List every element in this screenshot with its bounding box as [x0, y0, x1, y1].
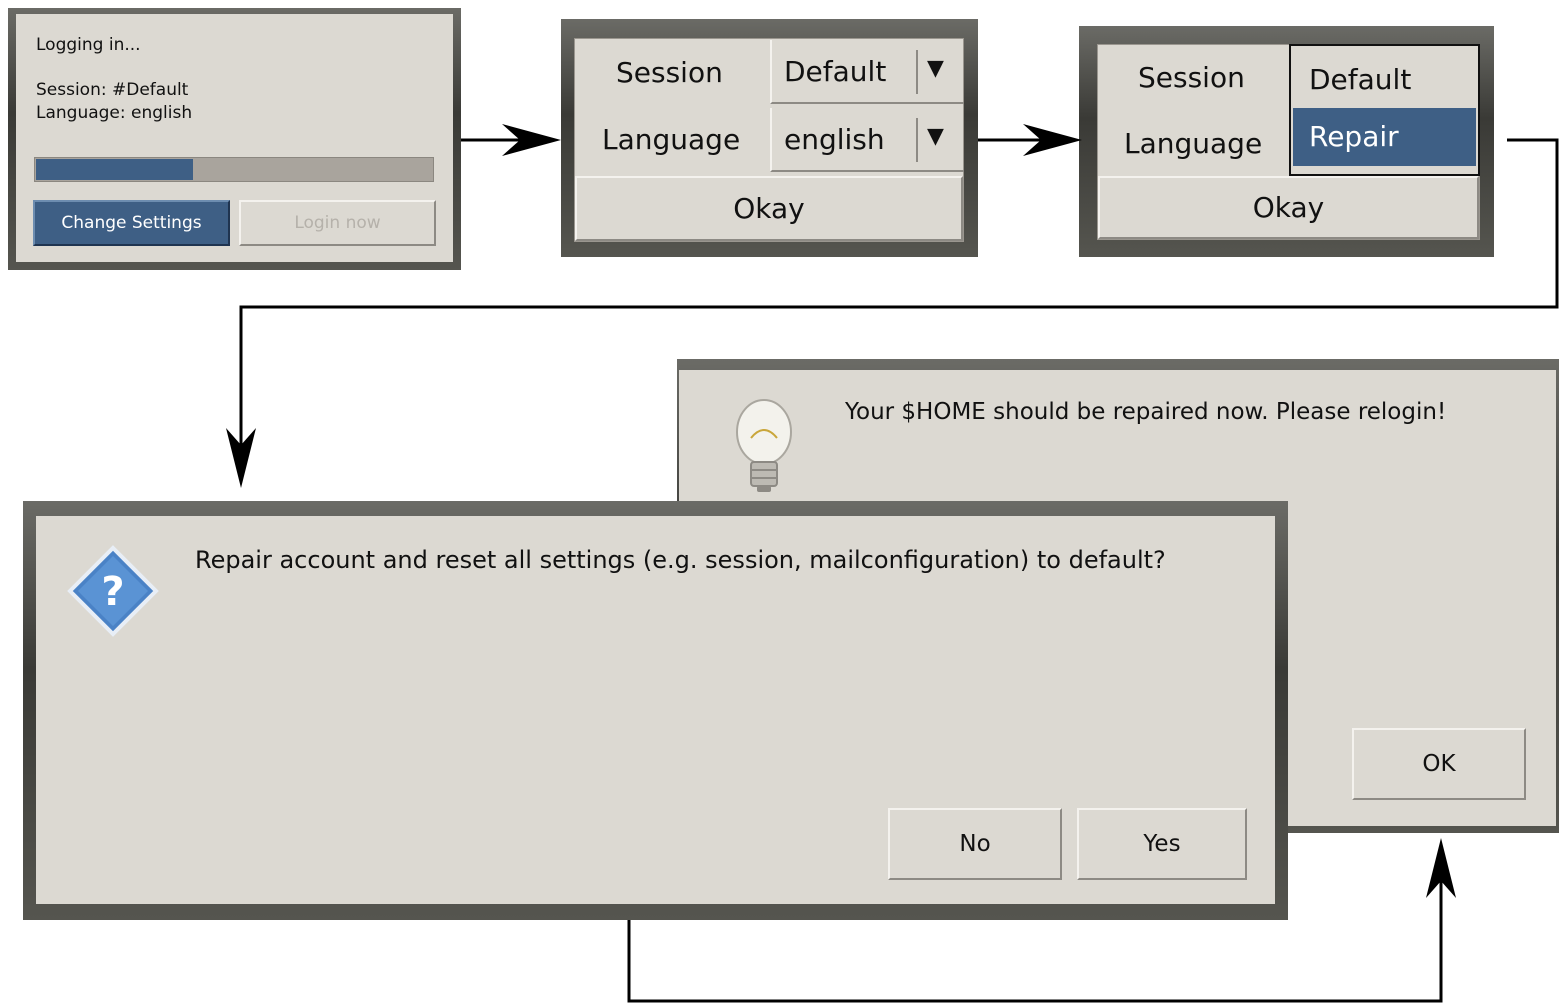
flow-line-3: [239, 138, 1559, 450]
flow-line-4: [627, 870, 1443, 1003]
flow-arrows: [226, 124, 1559, 1003]
